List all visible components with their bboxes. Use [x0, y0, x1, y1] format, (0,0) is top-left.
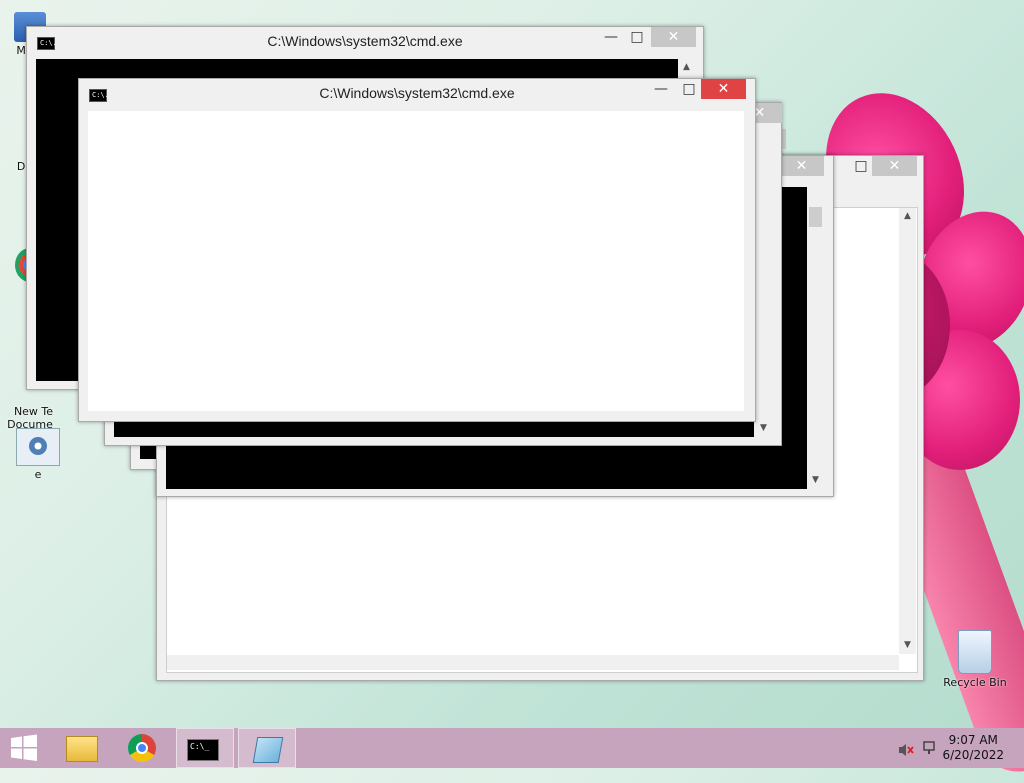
desktop-icon-label: e [34, 468, 42, 481]
maximize-button[interactable]: □ [675, 79, 703, 99]
title-bar[interactable]: C:\. C:\Windows\system32\cmd.exe — □ ✕ [79, 79, 755, 109]
vertical-scrollbar[interactable]: ▼ [755, 133, 772, 437]
minimize-button[interactable]: — [597, 27, 625, 47]
close-button[interactable]: ✕ [701, 79, 746, 99]
taskbar-notepad[interactable] [238, 728, 296, 768]
maximize-button[interactable]: □ [623, 27, 651, 47]
taskbar-chrome[interactable] [114, 728, 172, 768]
scroll-up-arrow[interactable]: ▲ [678, 59, 695, 76]
desktop-icon-label: Recycle Bin [943, 676, 1007, 689]
taskbar: C:\_ 9:07 AM 6/20/2022 [0, 728, 1024, 768]
scroll-down-arrow[interactable]: ▼ [755, 420, 772, 437]
scroll-down-arrow[interactable]: ▼ [807, 472, 824, 489]
notepad-icon [252, 737, 284, 763]
chrome-icon [128, 734, 156, 762]
console-area[interactable] [88, 111, 744, 411]
desktop-icon-e[interactable]: e [8, 428, 68, 481]
cmd-icon: C:\_ [187, 739, 219, 761]
close-button[interactable]: ✕ [872, 156, 917, 176]
taskbar-file-explorer[interactable] [52, 728, 110, 768]
volume-muted-icon[interactable] [898, 742, 914, 756]
vertical-scrollbar[interactable]: ▲ ▼ [899, 208, 916, 654]
network-icon[interactable] [922, 740, 938, 756]
settings-gear-icon [16, 428, 60, 466]
vertical-scrollbar[interactable]: ▼ [807, 187, 824, 489]
start-button[interactable] [0, 728, 58, 768]
taskbar-cmd[interactable]: C:\_ [176, 728, 234, 768]
clock-date: 6/20/2022 [942, 748, 1004, 762]
minimize-button[interactable]: — [647, 79, 675, 99]
recycle-bin-icon [958, 630, 992, 674]
window-cmd-front[interactable]: C:\. C:\Windows\system32\cmd.exe — □ ✕ [78, 78, 756, 422]
system-clock[interactable]: 9:07 AM 6/20/2022 [942, 733, 1004, 763]
scroll-thumb[interactable] [809, 207, 822, 227]
close-button[interactable]: ✕ [779, 156, 824, 176]
folder-icon [66, 736, 98, 762]
horizontal-scrollbar[interactable] [167, 655, 899, 670]
scroll-down-arrow[interactable]: ▼ [899, 637, 916, 654]
close-button[interactable]: ✕ [651, 27, 696, 47]
desktop-icon-recycle-bin[interactable]: Recycle Bin [940, 630, 1010, 689]
maximize-button[interactable]: □ [847, 156, 875, 176]
title-bar[interactable]: C:\. C:\Windows\system32\cmd.exe — □ ✕ [27, 27, 703, 57]
windows-logo-icon [11, 734, 37, 761]
clock-time: 9:07 AM [948, 733, 998, 747]
scroll-up-arrow[interactable]: ▲ [899, 208, 916, 225]
